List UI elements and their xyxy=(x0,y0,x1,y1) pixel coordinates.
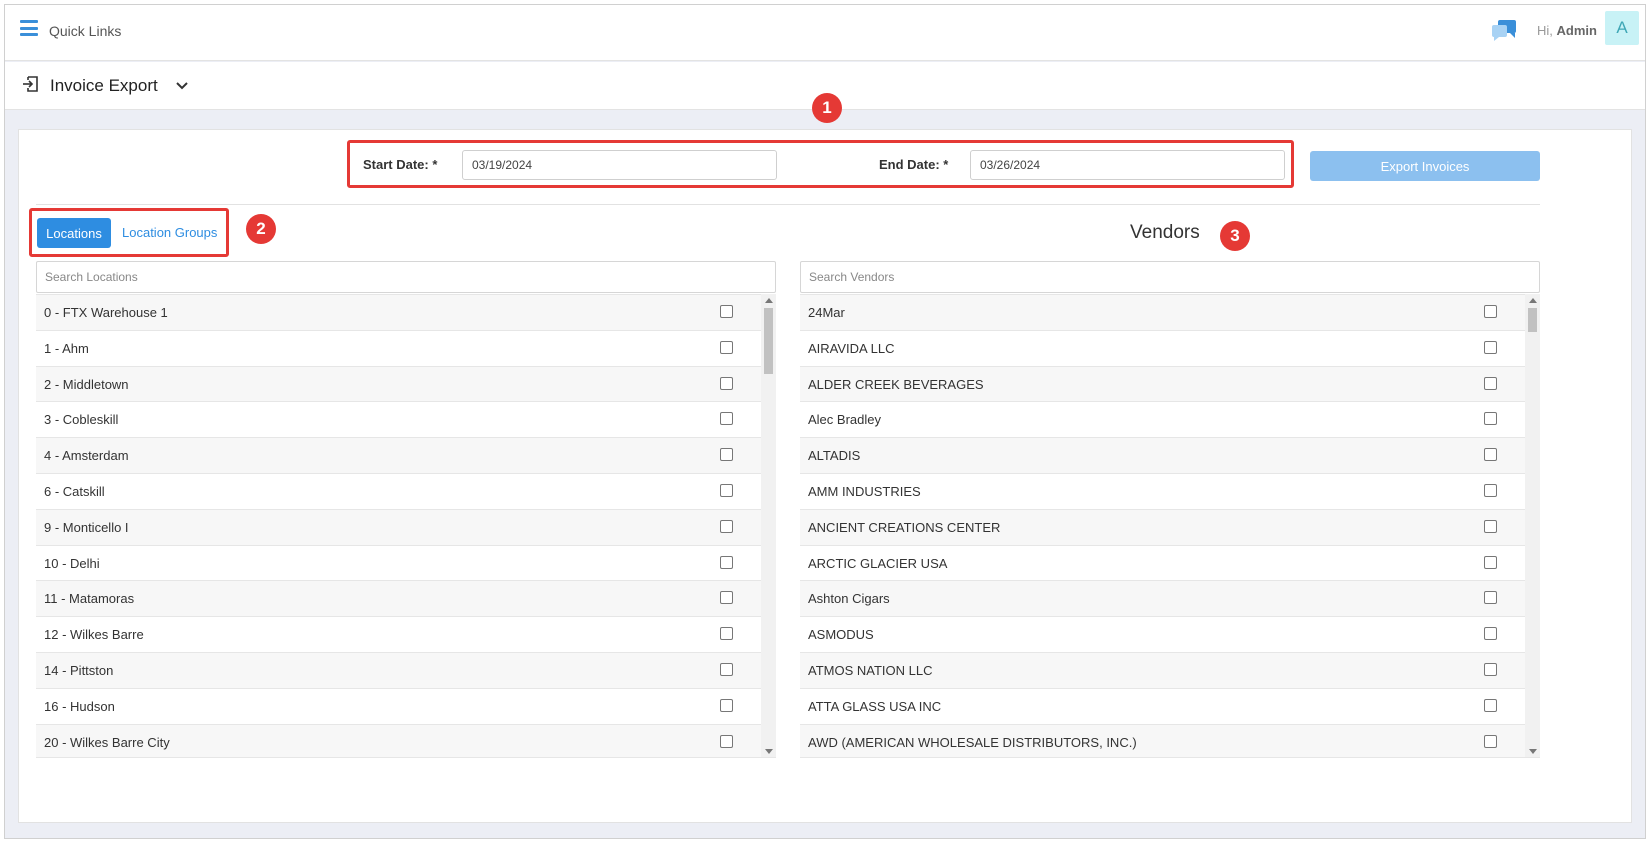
locations-list: 0 - FTX Warehouse 1 1 - Ahm 2 - Middleto… xyxy=(36,294,776,758)
search-locations-input[interactable] xyxy=(36,261,776,293)
location-row[interactable]: 10 - Delhi xyxy=(36,544,776,581)
export-invoices-button[interactable]: Export Invoices xyxy=(1310,151,1540,181)
location-row[interactable]: 9 - Monticello I xyxy=(36,508,776,545)
location-checkbox[interactable] xyxy=(720,483,733,497)
location-checkbox[interactable] xyxy=(720,734,733,748)
location-row[interactable]: 11 - Matamoras xyxy=(36,580,776,617)
vendor-checkbox[interactable] xyxy=(1484,734,1497,748)
location-checkbox[interactable] xyxy=(720,376,733,390)
location-tabs-highlight: Locations Location Groups xyxy=(29,208,229,257)
vendor-row[interactable]: ALDER CREEK BEVERAGES xyxy=(800,365,1540,402)
vendor-checkbox[interactable] xyxy=(1484,627,1497,641)
location-checkbox[interactable] xyxy=(720,412,733,426)
annotation-badge-1: 1 xyxy=(812,93,842,123)
vendor-checkbox[interactable] xyxy=(1484,412,1497,426)
vendor-checkbox[interactable] xyxy=(1484,591,1497,605)
location-checkbox[interactable] xyxy=(720,305,733,318)
vendor-row[interactable]: ANCIENT CREATIONS CENTER xyxy=(800,508,1540,545)
locations-scrollbar[interactable] xyxy=(761,294,776,757)
location-checkbox[interactable] xyxy=(720,662,733,676)
location-row[interactable]: 6 - Catskill xyxy=(36,472,776,509)
vendor-row[interactable]: AWD (AMERICAN WHOLESALE DISTRIBUTORS, IN… xyxy=(800,723,1540,757)
vendor-row[interactable]: AIRAVIDA LLC xyxy=(800,329,1540,366)
location-row[interactable]: 1 - Ahm xyxy=(36,329,776,366)
vendor-checkbox[interactable] xyxy=(1484,376,1497,390)
annotation-badge-2: 2 xyxy=(246,214,276,244)
vendor-checkbox[interactable] xyxy=(1484,555,1497,569)
search-vendors-input[interactable] xyxy=(800,261,1540,293)
top-bar: Quick Links Hi, Admin A xyxy=(5,5,1645,61)
vendor-checkbox[interactable] xyxy=(1484,483,1497,497)
location-row[interactable]: 4 - Amsterdam xyxy=(36,437,776,473)
chevron-down-icon[interactable] xyxy=(175,79,189,93)
start-date-input[interactable] xyxy=(462,150,777,180)
vendor-checkbox[interactable] xyxy=(1484,662,1497,676)
location-row[interactable]: 20 - Wilkes Barre City xyxy=(36,723,776,757)
vendor-checkbox[interactable] xyxy=(1484,448,1497,462)
location-row[interactable]: 14 - Pittston xyxy=(36,651,776,688)
vendor-row[interactable]: ASMODUS xyxy=(800,616,1540,652)
user-name: Admin xyxy=(1556,23,1597,38)
start-date-label: Start Date: * xyxy=(363,157,438,172)
tab-locations[interactable]: Locations xyxy=(37,218,111,248)
vendor-checkbox[interactable] xyxy=(1484,698,1497,712)
location-checkbox[interactable] xyxy=(720,519,733,533)
vendor-checkbox[interactable] xyxy=(1484,519,1497,533)
vendors-heading: Vendors xyxy=(1130,222,1200,243)
app-frame: Quick Links Hi, Admin A Invoice Export 1… xyxy=(4,4,1646,839)
location-checkbox[interactable] xyxy=(720,627,733,641)
vendor-row[interactable]: ATMOS NATION LLC xyxy=(800,651,1540,688)
avatar[interactable]: A xyxy=(1605,11,1639,45)
vendor-row[interactable]: ALTADIS xyxy=(800,437,1540,473)
divider xyxy=(36,204,1540,205)
tab-location-groups[interactable]: Location Groups xyxy=(122,225,217,240)
scroll-up-arrow[interactable] xyxy=(1529,298,1537,303)
location-checkbox[interactable] xyxy=(720,698,733,712)
location-row[interactable]: 12 - Wilkes Barre xyxy=(36,616,776,652)
scroll-thumb[interactable] xyxy=(764,308,773,374)
export-icon xyxy=(23,76,38,92)
location-checkbox[interactable] xyxy=(720,340,733,354)
location-checkbox[interactable] xyxy=(720,448,733,462)
vendors-scrollbar[interactable] xyxy=(1525,294,1540,757)
scroll-down-arrow[interactable] xyxy=(765,749,773,754)
end-date-label: End Date: * xyxy=(879,157,949,172)
vendor-row[interactable]: ARCTIC GLACIER USA xyxy=(800,544,1540,581)
export-card: Start Date: * End Date: * Export Invoice… xyxy=(18,129,1632,823)
vendor-row[interactable]: 24Mar xyxy=(800,294,1540,330)
chat-icon[interactable] xyxy=(1491,19,1517,41)
menu-icon[interactable] xyxy=(20,20,38,36)
quick-links-link[interactable]: Quick Links xyxy=(49,23,121,39)
location-row[interactable]: 3 - Cobleskill xyxy=(36,401,776,438)
date-range-highlight: Start Date: * End Date: * xyxy=(347,140,1294,188)
scroll-down-arrow[interactable] xyxy=(1529,749,1537,754)
vendors-list: 24Mar AIRAVIDA LLC ALDER CREEK BEVERAGES… xyxy=(800,294,1540,758)
vendor-checkbox[interactable] xyxy=(1484,305,1497,318)
annotation-badge-3: 3 xyxy=(1220,221,1250,251)
vendor-row[interactable]: ATTA GLASS USA INC xyxy=(800,687,1540,724)
vendor-checkbox[interactable] xyxy=(1484,340,1497,354)
scroll-thumb[interactable] xyxy=(1528,308,1537,332)
page-title: Invoice Export xyxy=(50,76,158,95)
scroll-up-arrow[interactable] xyxy=(765,298,773,303)
end-date-input[interactable] xyxy=(970,150,1285,180)
location-checkbox[interactable] xyxy=(720,555,733,569)
location-row[interactable]: 16 - Hudson xyxy=(36,687,776,724)
vendor-row[interactable]: Ashton Cigars xyxy=(800,580,1540,617)
vendor-row[interactable]: AMM INDUSTRIES xyxy=(800,472,1540,509)
vendor-row[interactable]: Alec Bradley xyxy=(800,401,1540,438)
user-greeting: Hi, Admin xyxy=(1537,23,1597,38)
location-row[interactable]: 2 - Middletown xyxy=(36,365,776,402)
location-row[interactable]: 0 - FTX Warehouse 1 xyxy=(36,294,776,330)
location-checkbox[interactable] xyxy=(720,591,733,605)
